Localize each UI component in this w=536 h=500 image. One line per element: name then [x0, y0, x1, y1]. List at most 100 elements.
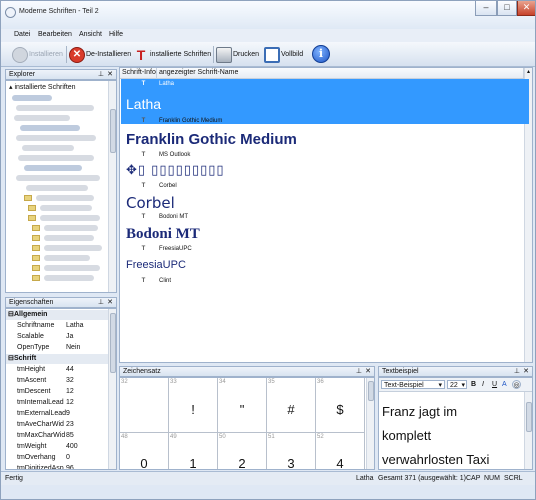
- font-row-name[interactable]: Bodoni MT: [159, 214, 188, 220]
- tree-item[interactable]: [44, 245, 102, 251]
- install-button[interactable]: Installieren: [12, 45, 66, 64]
- property-row[interactable]: Scalable Ja: [6, 332, 116, 342]
- collapse-icon[interactable]: ⊟: [8, 354, 14, 364]
- menu-bearbeiten[interactable]: Bearbeiten: [38, 31, 72, 38]
- explorer-scrollbar[interactable]: [108, 81, 116, 292]
- tree-item[interactable]: [20, 125, 80, 131]
- font-row-name[interactable]: MS Outlook: [159, 152, 190, 158]
- property-row[interactable]: tmAscent 32: [6, 376, 116, 386]
- size-dropdown[interactable]: 22 ▾: [447, 380, 467, 389]
- font-sample[interactable]: FreesiaUPC: [126, 259, 186, 271]
- print-button[interactable]: Drucken: [216, 45, 262, 64]
- underline-button[interactable]: U: [492, 380, 497, 389]
- property-row[interactable]: tmWeight 400: [6, 442, 116, 452]
- menu-ansicht[interactable]: Ansicht: [79, 31, 102, 38]
- tree-item[interactable]: [16, 135, 96, 141]
- tree-item[interactable]: [36, 195, 94, 201]
- property-row[interactable]: tmAveCharWid 23: [6, 420, 116, 430]
- pin-icon[interactable]: ⊥: [98, 298, 104, 307]
- font-sample[interactable]: ✥▯ ▯▯▯▯▯▯▯▯▯: [126, 163, 225, 178]
- scroll-thumb[interactable]: [110, 109, 116, 153]
- property-category[interactable]: ⊟ Schrift: [6, 354, 116, 364]
- tree-item[interactable]: [16, 105, 94, 111]
- scroll-thumb[interactable]: [368, 381, 374, 401]
- tree-item[interactable]: [44, 265, 100, 271]
- pin-icon[interactable]: ⊥: [514, 367, 520, 376]
- font-sample[interactable]: Franklin Gothic Medium: [126, 131, 297, 148]
- installed-fonts-button[interactable]: T installierte Schriften: [133, 45, 213, 64]
- property-row[interactable]: tmDigitizedAsp 96: [6, 464, 116, 469]
- char-cell[interactable]: 51 3: [267, 433, 316, 469]
- uninstall-button[interactable]: ✕ De-Installieren: [69, 45, 131, 64]
- close-pane-icon[interactable]: ✕: [107, 298, 113, 307]
- example-header: Textbeispiel ⊥ ✕: [378, 366, 533, 377]
- close-pane-icon[interactable]: ✕: [523, 367, 529, 376]
- close-pane-icon[interactable]: ✕: [107, 70, 113, 79]
- property-row[interactable]: tmDescent 12: [6, 387, 116, 397]
- char-cell[interactable]: 33 !: [169, 378, 218, 433]
- column-header-name[interactable]: angezeigter Schrift-Name: [157, 68, 524, 79]
- tree-item[interactable]: [14, 115, 70, 121]
- scroll-thumb[interactable]: [526, 402, 532, 432]
- tree-item[interactable]: [22, 145, 74, 151]
- property-row[interactable]: Schriftname Latha: [6, 321, 116, 331]
- tree-item[interactable]: [12, 95, 52, 101]
- char-cell[interactable]: 36 $: [316, 378, 365, 433]
- collapse-icon[interactable]: ⊟: [8, 310, 14, 320]
- char-cell[interactable]: 50 2: [218, 433, 267, 469]
- tree-item[interactable]: [24, 165, 82, 171]
- font-color-button[interactable]: A: [502, 380, 507, 389]
- fullscreen-button[interactable]: Vollbild: [264, 45, 309, 64]
- tree-root[interactable]: ▴ installierte Schriften: [9, 83, 76, 91]
- tree-item[interactable]: [44, 235, 94, 241]
- font-row-name[interactable]: Franklin Gothic Medium: [159, 118, 222, 124]
- scroll-up-icon[interactable]: ▴: [525, 68, 532, 76]
- collapse-icon[interactable]: ▴: [9, 84, 13, 91]
- info-button[interactable]: i: [312, 45, 332, 64]
- tree-item[interactable]: [40, 205, 92, 211]
- char-cell[interactable]: 34 ": [218, 378, 267, 433]
- tree-item[interactable]: [44, 225, 98, 231]
- minimize-button[interactable]: –: [475, 1, 497, 16]
- charset-scrollbar[interactable]: [366, 378, 374, 469]
- menu-datei[interactable]: Datei: [14, 31, 30, 38]
- font-row-name[interactable]: Clint: [159, 278, 171, 284]
- tree-item[interactable]: [18, 155, 94, 161]
- font-sample[interactable]: Corbel: [126, 194, 175, 212]
- font-row-name[interactable]: FreesiaUPC: [159, 246, 192, 252]
- column-header-info[interactable]: Schrift-Info: [120, 68, 157, 79]
- property-row[interactable]: tmOverhang 0: [6, 453, 116, 463]
- property-row[interactable]: tmExternalLead 9: [6, 409, 116, 419]
- tree-item[interactable]: [44, 275, 94, 281]
- close-pane-icon[interactable]: ✕: [365, 367, 371, 376]
- close-button[interactable]: ✕: [517, 1, 535, 16]
- example-text[interactable]: Franz jagt im komplett verwahrlosten Tax…: [382, 400, 489, 469]
- scroll-thumb[interactable]: [110, 313, 116, 373]
- preview-icon[interactable]: ◎: [512, 380, 521, 389]
- pin-icon[interactable]: ⊥: [356, 367, 362, 376]
- char-cell[interactable]: 49 1: [169, 433, 218, 469]
- font-sample[interactable]: Bodoni MT: [126, 226, 200, 243]
- char-cell[interactable]: 32: [120, 378, 169, 433]
- font-row-name[interactable]: Corbel: [159, 183, 177, 189]
- properties-scrollbar[interactable]: [108, 309, 116, 469]
- tree-item[interactable]: [40, 215, 100, 221]
- char-cell[interactable]: 35 #: [267, 378, 316, 433]
- tree-item[interactable]: [16, 175, 100, 181]
- char-cell[interactable]: 48 0: [120, 433, 169, 469]
- style-dropdown[interactable]: Text-Beispiel ▾: [381, 380, 445, 389]
- property-row[interactable]: tmHeight 44: [6, 365, 116, 375]
- property-category[interactable]: ⊟ Allgemein: [6, 310, 116, 320]
- pin-icon[interactable]: ⊥: [98, 70, 104, 79]
- property-row[interactable]: tmMaxCharWid 85: [6, 431, 116, 441]
- property-row[interactable]: tmInternalLead 12: [6, 398, 116, 408]
- italic-button[interactable]: I: [482, 380, 484, 389]
- bold-button[interactable]: B: [471, 380, 476, 389]
- example-scrollbar[interactable]: [524, 392, 532, 469]
- tree-item[interactable]: [26, 185, 88, 191]
- tree-item[interactable]: [44, 255, 90, 261]
- maximize-button[interactable]: □: [497, 1, 517, 16]
- property-row[interactable]: OpenType Nein: [6, 343, 116, 353]
- menu-hilfe[interactable]: Hilfe: [109, 31, 123, 38]
- char-cell[interactable]: 52 4: [316, 433, 365, 469]
